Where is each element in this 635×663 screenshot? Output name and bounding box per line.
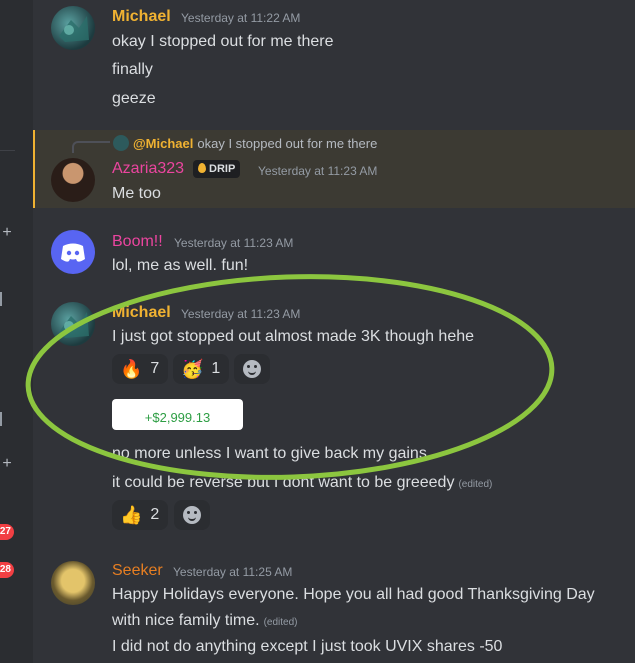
message-text: geeze xyxy=(112,90,156,107)
add-reaction-button[interactable] xyxy=(234,354,270,384)
pnl-card: +$2,999.13 xyxy=(112,399,243,430)
author-name[interactable]: Boom!! xyxy=(112,233,163,251)
message-text: with nice family time. (edited) xyxy=(112,612,298,629)
party-face-icon: 🥳 xyxy=(181,358,204,380)
message-text: Happy Holidays everyone. Hope you all ha… xyxy=(112,586,595,603)
reaction-thumbs-up[interactable]: 👍 2 xyxy=(112,500,168,530)
rail-divider xyxy=(0,150,15,151)
add-icon[interactable]: + xyxy=(0,455,14,473)
avatar[interactable] xyxy=(51,158,95,202)
avatar[interactable] xyxy=(51,561,95,605)
reply-mention[interactable]: @Michael xyxy=(133,136,193,151)
reply-preview[interactable]: @Michael okay I stopped out for me there xyxy=(113,135,377,151)
timestamp: Yesterday at 11:23 AM xyxy=(174,236,294,250)
reaction-party[interactable]: 🥳 1 xyxy=(173,354,229,384)
timestamp: Yesterday at 11:25 AM xyxy=(173,565,293,579)
edited-label: (edited) xyxy=(263,617,298,628)
avatar[interactable] xyxy=(51,6,95,50)
author-name[interactable]: Michael xyxy=(112,8,171,26)
message-text: okay I stopped out for me there xyxy=(112,33,334,50)
message-text: I did not do anything except I just took… xyxy=(112,638,503,655)
reply-text: okay I stopped out for me there xyxy=(197,136,378,151)
author-name[interactable]: Azaria323 xyxy=(112,160,184,178)
thumbs-up-icon: 👍 xyxy=(120,504,143,526)
message-text: no more unless I want to give back my ga… xyxy=(112,445,427,462)
add-icon[interactable]: + xyxy=(0,224,14,242)
role-badge[interactable]: DRIP xyxy=(193,160,241,178)
reaction-fire[interactable]: 🔥 7 xyxy=(112,354,168,384)
reply-connector xyxy=(72,141,110,153)
avatar[interactable] xyxy=(51,302,95,346)
rail-indicator xyxy=(0,412,2,426)
edited-label: (edited) xyxy=(458,479,493,490)
message-text: Me too xyxy=(112,185,161,202)
message-text: it could be reverse but I dont want to b… xyxy=(112,474,493,491)
message-text: lol, me as well. fun! xyxy=(112,257,249,274)
smile-icon xyxy=(243,360,261,378)
avatar[interactable] xyxy=(51,230,95,274)
rail-indicator xyxy=(0,292,2,306)
fire-icon: 🔥 xyxy=(120,358,143,380)
add-reaction-button[interactable] xyxy=(174,500,210,530)
smile-icon xyxy=(183,506,201,524)
timestamp: Yesterday at 11:22 AM xyxy=(181,11,301,25)
author-name[interactable]: Seeker xyxy=(112,562,163,580)
reaction-count: 7 xyxy=(150,360,160,377)
timestamp: Yesterday at 11:23 AM xyxy=(181,307,301,321)
discord-icon xyxy=(61,243,85,262)
avatar-art-icon xyxy=(59,16,89,42)
reaction-count: 2 xyxy=(150,506,160,523)
avatar-art-icon xyxy=(59,312,89,338)
drop-icon xyxy=(198,163,206,173)
reaction-count: 1 xyxy=(211,360,221,377)
timestamp: Yesterday at 11:23 AM xyxy=(258,164,378,178)
author-name[interactable]: Michael xyxy=(112,304,171,322)
message-text: finally xyxy=(112,61,153,78)
reply-avatar xyxy=(113,135,129,151)
message-text: I just got stopped out almost made 3K th… xyxy=(112,328,475,345)
